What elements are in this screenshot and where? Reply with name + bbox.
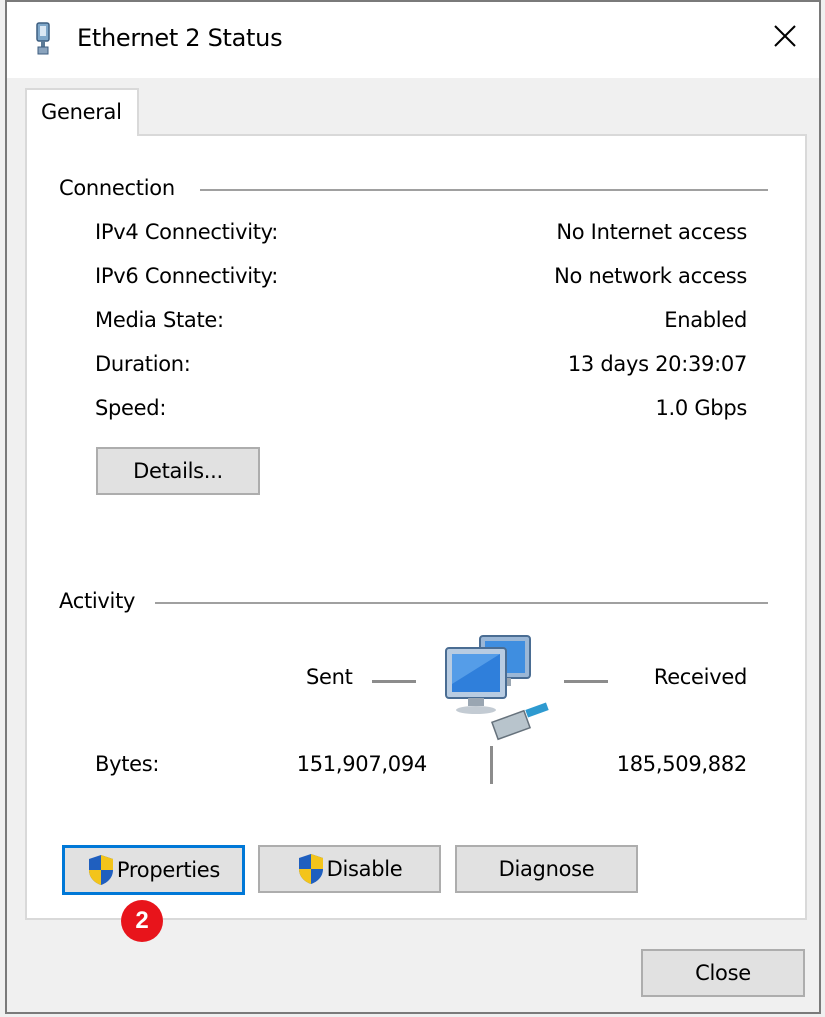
received-label: Received	[653, 665, 747, 689]
status-dialog: Ethernet 2 Status General Connection IPv…	[5, 0, 821, 1014]
ipv4-label: IPv4 Connectivity:	[95, 220, 279, 244]
media-state-value: Enabled	[664, 308, 747, 332]
disable-button[interactable]: Disable	[258, 845, 441, 893]
network-computers-icon	[445, 635, 549, 741]
bytes-label: Bytes:	[95, 752, 160, 776]
activity-group-label: Activity	[59, 589, 136, 613]
close-button[interactable]: Close	[641, 949, 805, 997]
tab-general[interactable]: General	[25, 88, 139, 136]
duration-value: 13 days 20:39:07	[567, 352, 747, 376]
ethernet-adapter-icon	[36, 22, 50, 55]
media-state-label: Media State:	[95, 308, 224, 332]
sent-connector	[372, 680, 416, 683]
activity-separator	[490, 746, 493, 784]
received-connector	[564, 680, 608, 683]
uac-shield-icon	[298, 854, 323, 884]
details-button[interactable]: Details...	[96, 447, 260, 495]
ipv4-value: No Internet access	[556, 220, 747, 244]
connection-group-label: Connection	[59, 176, 175, 200]
bytes-sent-value: 151,907,094	[296, 752, 428, 776]
step-number-badge: 2	[121, 900, 163, 942]
activity-divider	[155, 602, 768, 604]
title-bar: Ethernet 2 Status	[7, 2, 819, 78]
general-panel: Connection IPv4 Connectivity: No Interne…	[25, 134, 807, 920]
ipv6-value: No network access	[554, 264, 747, 288]
properties-label: Properties	[116, 858, 221, 882]
window-title: Ethernet 2 Status	[77, 24, 283, 52]
connection-divider	[200, 189, 768, 191]
speed-value: 1.0 Gbps	[655, 396, 747, 420]
uac-shield-icon	[88, 855, 113, 885]
properties-button[interactable]: Properties	[62, 845, 245, 895]
close-icon[interactable]	[771, 22, 799, 50]
diagnose-button[interactable]: Diagnose	[455, 845, 638, 893]
bytes-received-value: 185,509,882	[616, 752, 748, 776]
duration-label: Duration:	[95, 352, 191, 376]
speed-label: Speed:	[95, 396, 167, 420]
ipv6-label: IPv6 Connectivity:	[95, 264, 279, 288]
sent-label: Sent	[306, 665, 353, 689]
disable-label: Disable	[326, 857, 403, 881]
